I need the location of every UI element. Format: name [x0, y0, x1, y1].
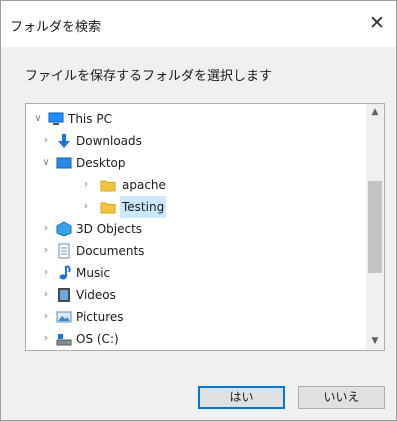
desktop-icon: [56, 155, 72, 171]
folder-icon: [100, 177, 116, 193]
chevron-down-icon[interactable]: ∨: [32, 108, 44, 130]
tree-item-label: Documents: [76, 244, 145, 258]
dialog-title: フォルダを検索: [10, 20, 102, 35]
tree-item-music[interactable]: › Music: [26, 262, 364, 284]
tree-item-label: This PC: [68, 112, 112, 126]
tree-item-videos[interactable]: › Videos: [26, 284, 364, 306]
scroll-down-icon[interactable]: ▼: [366, 333, 384, 350]
chevron-right-icon[interactable]: ›: [40, 306, 52, 328]
tree-item-label: Videos: [76, 288, 116, 302]
chevron-right-icon[interactable]: ›: [80, 174, 92, 196]
scrollbar-thumb[interactable]: [368, 181, 382, 273]
documents-icon: [56, 243, 72, 259]
tree-item-desktop[interactable]: ∨ Desktop: [26, 152, 364, 174]
chevron-right-icon[interactable]: ›: [40, 262, 52, 284]
music-icon: [56, 265, 72, 281]
chevron-right-icon[interactable]: ›: [40, 240, 52, 262]
tree-item-label: Desktop: [76, 156, 126, 170]
chevron-right-icon[interactable]: ›: [40, 218, 52, 240]
tree-item-label: Pictures: [76, 310, 124, 324]
tree-item-label: OS (C:): [76, 332, 119, 346]
tree-item-apache[interactable]: › apache: [26, 174, 364, 196]
drive-icon: [56, 331, 72, 347]
close-icon[interactable]: ✕: [363, 9, 391, 37]
chevron-right-icon[interactable]: ›: [40, 328, 52, 350]
chevron-right-icon[interactable]: ›: [40, 130, 52, 152]
folder-icon: [100, 199, 116, 215]
title-bar: フォルダを検索 ✕: [1, 1, 396, 47]
yes-button[interactable]: はい: [198, 386, 285, 409]
3d-objects-icon: [56, 221, 72, 237]
tree-item-documents[interactable]: › Documents: [26, 240, 364, 262]
vertical-scrollbar[interactable]: ▲ ▼: [366, 104, 384, 350]
tree-item-pictures[interactable]: › Pictures: [26, 306, 364, 328]
tree-item-downloads[interactable]: › Downloads: [26, 130, 364, 152]
chevron-right-icon[interactable]: ›: [80, 196, 92, 218]
pictures-icon: [56, 309, 72, 325]
tree-item-this-pc[interactable]: ∨ This PC: [26, 108, 364, 130]
tree-item-label: Music: [76, 266, 111, 280]
tree-item-3d-objects[interactable]: › 3D Objects: [26, 218, 364, 240]
chevron-right-icon[interactable]: ›: [40, 284, 52, 306]
computer-icon: [48, 111, 64, 127]
tree-item-label: Downloads: [76, 134, 142, 148]
scroll-up-icon[interactable]: ▲: [366, 104, 384, 121]
no-button[interactable]: いいえ: [298, 386, 385, 409]
tree-item-os-c[interactable]: › OS (C:): [26, 328, 364, 350]
tree-item-label: Testing: [120, 196, 167, 218]
videos-icon: [56, 287, 72, 303]
folder-tree[interactable]: ∨ This PC › Downloads ∨ Desktop › apache…: [25, 103, 385, 351]
folder-browse-dialog: フォルダを検索 ✕ ファイルを保存するフォルダを選択します ∨ This PC …: [0, 0, 397, 421]
tree-item-testing[interactable]: › Testing: [26, 196, 364, 218]
downloads-icon: [56, 133, 72, 149]
tree-item-label: apache: [122, 178, 166, 192]
instruction-text: ファイルを保存するフォルダを選択します: [25, 69, 273, 84]
tree-item-label: 3D Objects: [76, 222, 143, 236]
chevron-down-icon[interactable]: ∨: [40, 152, 52, 174]
